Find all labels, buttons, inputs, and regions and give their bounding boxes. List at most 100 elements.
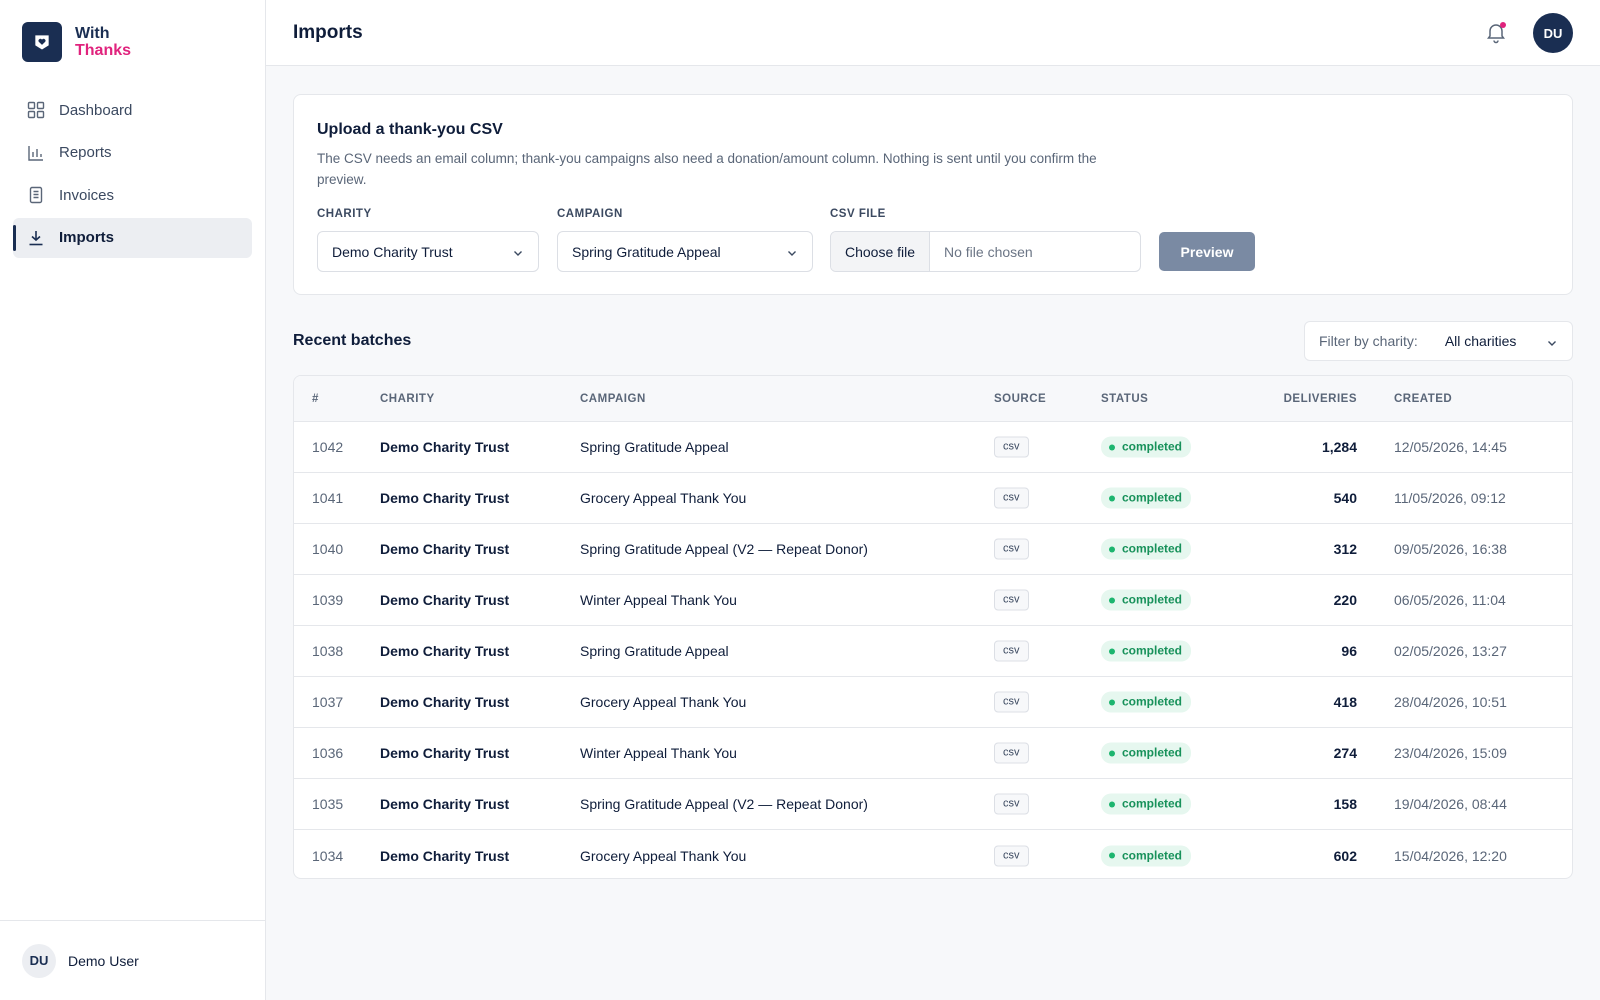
status-dot-icon	[1109, 597, 1115, 603]
batch-charity: Demo Charity Trust	[380, 439, 510, 455]
batch-created: 19/04/2026, 08:44	[1394, 796, 1507, 812]
user-profile[interactable]: DU Demo User	[0, 920, 265, 1000]
status-text: completed	[1122, 694, 1183, 709]
batch-deliveries: 158	[1333, 796, 1357, 812]
table-row[interactable]: 1039 Demo Charity Trust Winter Appeal Th…	[294, 575, 1572, 626]
status-text: completed	[1122, 745, 1183, 760]
batch-id: 1041	[312, 490, 344, 506]
status-badge: completed	[1101, 589, 1192, 611]
status-badge: completed	[1101, 845, 1192, 866]
sidebar-item-dashboard[interactable]: Dashboard	[13, 90, 252, 130]
campaign-select[interactable]: Spring Gratitude Appeal	[557, 231, 813, 272]
batch-campaign: Spring Gratitude Appeal	[580, 643, 729, 659]
status-badge: completed	[1101, 487, 1192, 509]
batch-campaign: Spring Gratitude Appeal	[580, 439, 729, 455]
batch-campaign: Spring Gratitude Appeal (V2 — Repeat Don…	[580, 796, 868, 812]
preview-button[interactable]: Preview	[1159, 232, 1255, 271]
batch-status: completed	[1101, 538, 1192, 560]
table-row[interactable]: 1038 Demo Charity Trust Spring Gratitude…	[294, 626, 1572, 677]
batch-id: 1038	[312, 643, 344, 659]
column-header-deliveries[interactable]: DELIVERIES	[1284, 393, 1357, 405]
table-row[interactable]: 1035 Demo Charity Trust Spring Gratitude…	[294, 779, 1572, 830]
batch-status: completed	[1101, 640, 1192, 662]
batch-deliveries: 312	[1333, 541, 1357, 557]
column-header-id[interactable]: #	[312, 393, 319, 405]
batch-status: completed	[1101, 691, 1192, 713]
status-dot-icon	[1109, 852, 1115, 859]
column-header-source[interactable]: SOURCE	[994, 393, 1046, 405]
batch-charity: Demo Charity Trust	[380, 490, 510, 506]
table-row[interactable]: 1034 Demo Charity Trust Grocery Appeal T…	[294, 830, 1572, 878]
source-badge: csv	[994, 589, 1029, 611]
status-text: completed	[1122, 796, 1183, 811]
table-row[interactable]: 1040 Demo Charity Trust Spring Gratitude…	[294, 524, 1572, 575]
status-dot-icon	[1109, 699, 1115, 705]
table-row[interactable]: 1042 Demo Charity Trust Spring Gratitude…	[294, 422, 1572, 473]
upload-card: Upload a thank-you CSV The CSV needs an …	[293, 94, 1573, 295]
column-header-created[interactable]: CREATED	[1394, 393, 1452, 405]
choose-file-button[interactable]: Choose file	[831, 232, 930, 271]
batch-created: 06/05/2026, 11:04	[1394, 592, 1506, 608]
batch-deliveries: 96	[1341, 643, 1357, 659]
batch-source: csv	[994, 845, 1029, 866]
user-avatar-button[interactable]: DU	[1533, 13, 1573, 53]
table-row[interactable]: 1037 Demo Charity Trust Grocery Appeal T…	[294, 677, 1572, 728]
table-row[interactable]: 1036 Demo Charity Trust Winter Appeal Th…	[294, 728, 1572, 779]
avatar: DU	[22, 943, 56, 978]
upload-description: The CSV needs an email column; thank-you…	[317, 151, 1097, 187]
batch-source: csv	[994, 436, 1029, 458]
batch-deliveries: 602	[1333, 847, 1357, 864]
chevron-down-icon	[1546, 336, 1558, 348]
batch-status: completed	[1101, 487, 1192, 509]
batch-deliveries: 1,284	[1321, 439, 1357, 455]
batch-id: 1039	[312, 592, 344, 608]
upload-title: Upload a thank-you CSV	[317, 121, 503, 138]
batch-charity: Demo Charity Trust	[380, 796, 510, 812]
batch-id: 1042	[312, 439, 344, 455]
charity-select[interactable]: Demo Charity Trust	[317, 231, 539, 272]
status-dot-icon	[1109, 648, 1115, 654]
batch-charity: Demo Charity Trust	[380, 643, 510, 659]
charity-filter-select[interactable]: Filter by charity: All charities	[1304, 321, 1573, 361]
batch-id: 1040	[312, 541, 344, 557]
brand-logo-link[interactable]: With Thanks	[22, 22, 131, 62]
source-badge: csv	[994, 538, 1029, 560]
batch-id: 1036	[312, 745, 344, 761]
batch-charity: Demo Charity Trust	[380, 541, 510, 557]
batch-charity: Demo Charity Trust	[380, 592, 510, 608]
top-header: Imports DU	[266, 0, 1600, 66]
table-row[interactable]: 1041 Demo Charity Trust Grocery Appeal T…	[294, 473, 1572, 524]
batch-charity: Demo Charity Trust	[380, 694, 510, 710]
source-badge: csv	[994, 436, 1029, 458]
csv-file-input[interactable]: Choose file No file chosen	[830, 231, 1141, 272]
status-badge: completed	[1101, 793, 1192, 815]
sidebar-item-invoices[interactable]: Invoices	[13, 175, 252, 215]
batch-campaign: Winter Appeal Thank You	[580, 745, 737, 761]
batch-campaign: Winter Appeal Thank You	[580, 592, 737, 608]
status-badge: completed	[1101, 691, 1192, 713]
sidebar-item-imports[interactable]: Imports	[13, 217, 252, 258]
batch-created: 11/05/2026, 09:12	[1394, 490, 1506, 506]
status-badge: completed	[1101, 538, 1192, 560]
bell-icon[interactable]	[1484, 20, 1508, 44]
batch-created: 15/04/2026, 12:20	[1394, 847, 1507, 864]
campaign-select-value: Spring Gratitude Appeal	[572, 243, 721, 260]
batch-created: 23/04/2026, 15:09	[1394, 745, 1507, 761]
table-header: # CHARITY CAMPAIGN SOURCE STATUS DELIVER…	[294, 376, 1572, 422]
sidebar-item-reports[interactable]: Reports	[13, 133, 252, 173]
source-badge: csv	[994, 487, 1029, 509]
sidebar-item-label: Dashboard	[59, 101, 133, 119]
column-header-status[interactable]: STATUS	[1101, 393, 1148, 405]
column-header-campaign[interactable]: CAMPAIGN	[580, 393, 646, 405]
batch-source: csv	[994, 589, 1029, 611]
column-header-charity[interactable]: CHARITY	[380, 393, 435, 405]
charity-select-value: Demo Charity Trust	[332, 243, 453, 260]
source-badge: csv	[994, 742, 1029, 764]
brand-name: With Thanks	[75, 25, 131, 59]
download-icon	[27, 229, 45, 247]
batch-status: completed	[1101, 793, 1192, 815]
batch-deliveries: 540	[1333, 490, 1357, 506]
status-text: completed	[1122, 643, 1183, 658]
grid-icon	[27, 101, 45, 119]
heart-icon	[22, 22, 62, 62]
